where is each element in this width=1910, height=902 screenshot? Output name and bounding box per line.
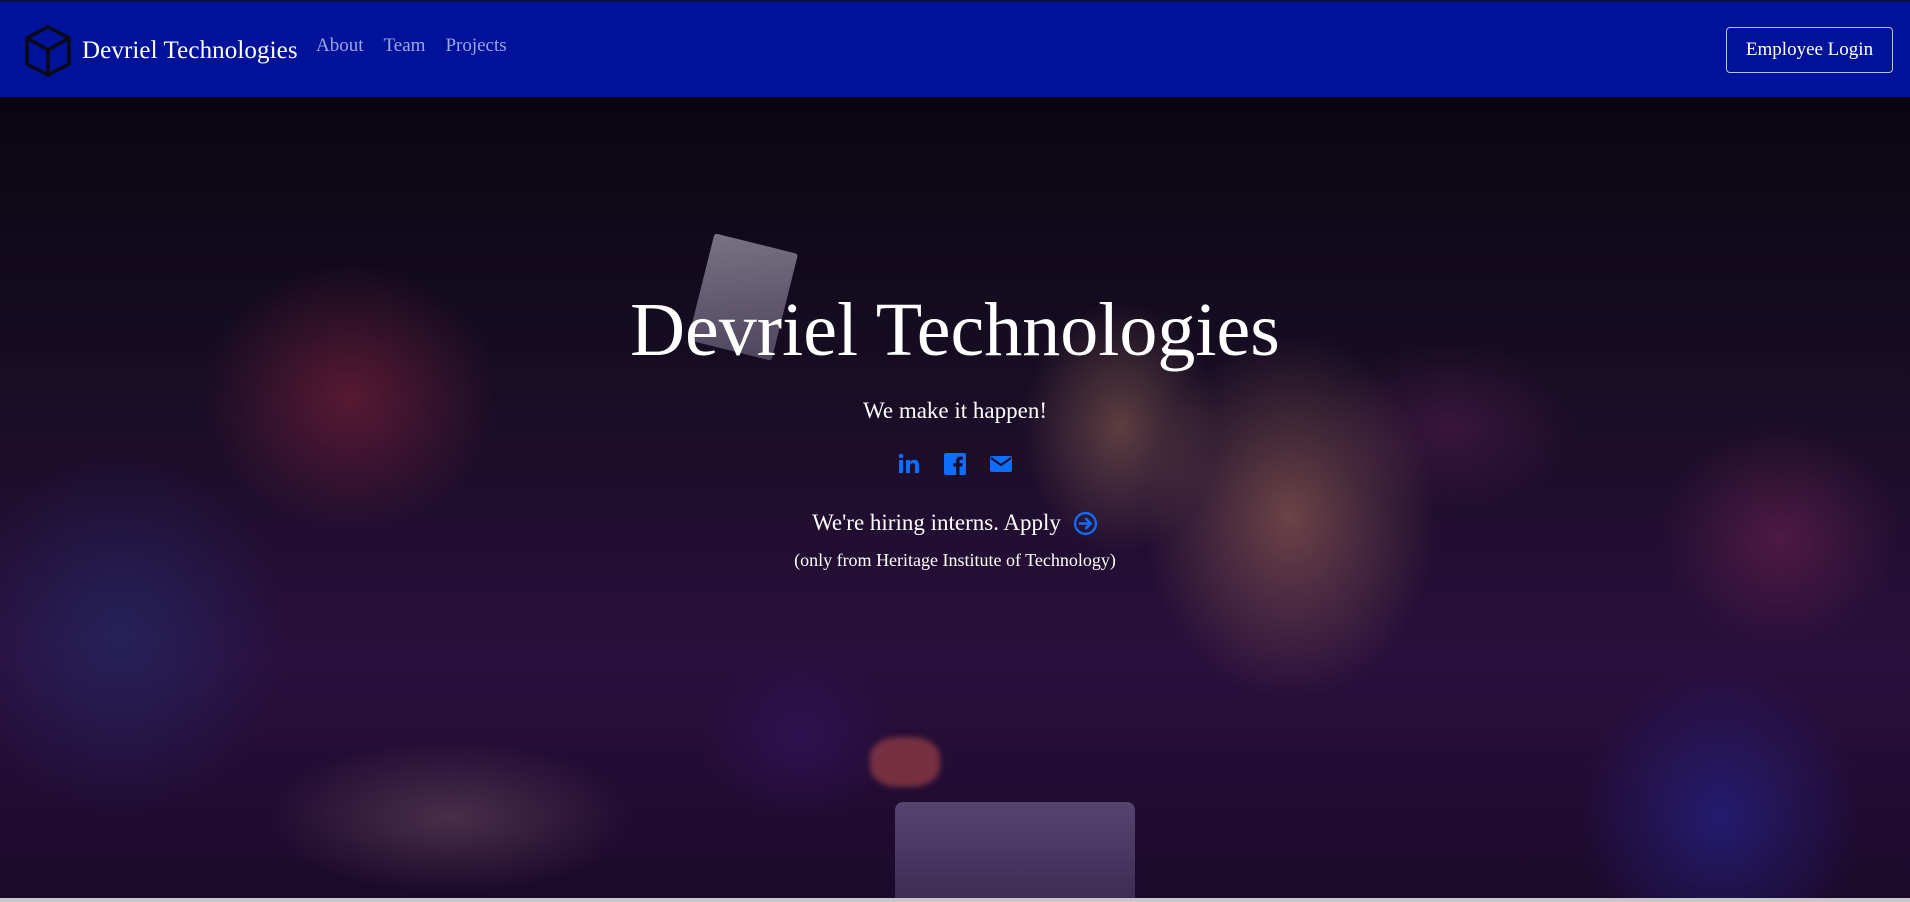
nav-link-team[interactable]: Team	[384, 35, 426, 57]
brand-link[interactable]: Devriel Technologies	[24, 24, 298, 78]
linkedin-icon[interactable]	[897, 452, 921, 476]
employee-login-button[interactable]: Employee Login	[1726, 27, 1893, 73]
social-links	[0, 452, 1910, 476]
page-bottom-divider	[0, 898, 1910, 902]
hiring-banner: We're hiring interns. Apply	[0, 510, 1910, 536]
nav-links: About Team Projects	[316, 35, 507, 57]
nav-link-about[interactable]: About	[316, 35, 364, 57]
facebook-icon[interactable]	[943, 452, 967, 476]
background-photo-shirt-print	[870, 737, 940, 787]
hero-title: Devriel Technologies	[630, 288, 1280, 372]
top-navbar: Devriel Technologies About Team Projects…	[0, 0, 1910, 97]
hiring-eligibility-note: (only from Heritage Institute of Technol…	[794, 550, 1116, 570]
cube-icon	[25, 25, 71, 77]
brand-name: Devriel Technologies	[82, 37, 298, 64]
arrow-circle-right-icon[interactable]	[1073, 511, 1098, 536]
hero-subtitle: We make it happen!	[863, 398, 1047, 423]
hero-section: Devriel Technologies We make it happen! …	[0, 97, 1910, 898]
nav-link-projects[interactable]: Projects	[445, 35, 506, 57]
background-photo-laptop	[895, 802, 1135, 898]
hiring-text: We're hiring interns. Apply	[812, 510, 1061, 535]
email-icon[interactable]	[989, 452, 1013, 476]
